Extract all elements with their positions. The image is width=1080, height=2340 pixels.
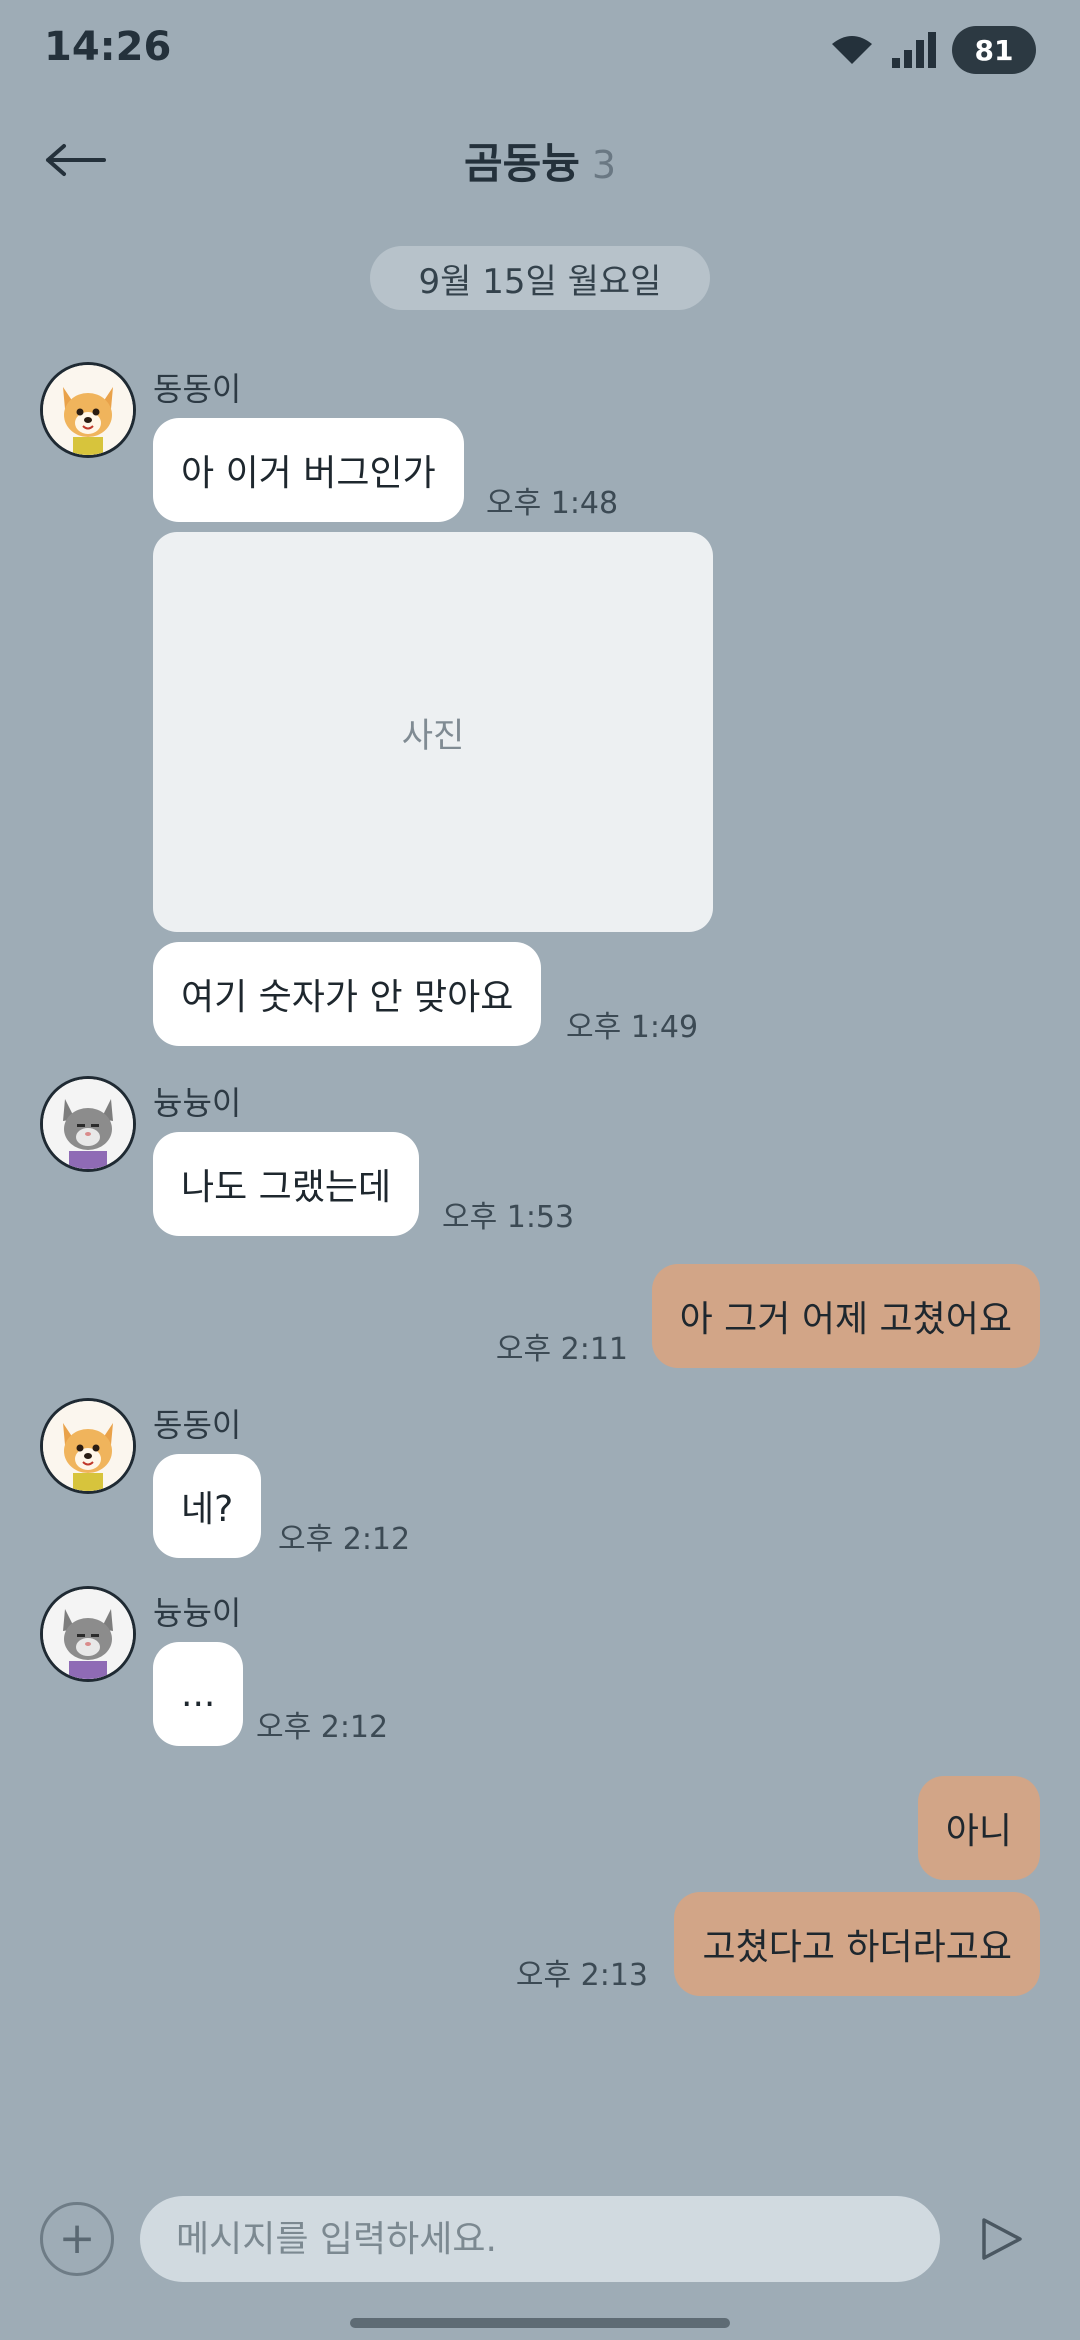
attach-plus-button[interactable]: + xyxy=(40,2202,114,2276)
message-time: 오후 1:53 xyxy=(442,1200,575,1235)
message-bubble[interactable]: ... xyxy=(153,1642,244,1746)
cat-avatar[interactable] xyxy=(40,1586,136,1682)
message-time: 오후 2:11 xyxy=(495,1332,628,1367)
my-message-bubble[interactable]: 아니 xyxy=(917,1776,1040,1880)
message-input[interactable] xyxy=(140,2196,940,2282)
message-bubble[interactable]: 네? xyxy=(153,1454,262,1558)
photo-message[interactable]: 사진 xyxy=(153,532,713,932)
sender-name: 동동이 xyxy=(153,370,242,408)
message-bubble[interactable]: 아 이거 버그인가 xyxy=(153,418,464,522)
date-divider: 9월 15일 월요일 xyxy=(370,246,710,310)
cat-icon xyxy=(43,1079,133,1169)
sender-name: 동동이 xyxy=(153,1406,242,1444)
dog-icon xyxy=(43,365,133,455)
cat-icon xyxy=(43,1589,133,1679)
message-time: 오후 2:12 xyxy=(278,1522,411,1557)
message-time: 오후 2:12 xyxy=(256,1710,389,1745)
sender-name: 늉늉이 xyxy=(153,1084,242,1122)
wifi-icon xyxy=(832,36,872,64)
member-count: 3 xyxy=(591,143,617,187)
chat-title: 곰동늉 xyxy=(463,139,580,188)
message-bubble[interactable]: 나도 그랬는데 xyxy=(153,1132,420,1236)
my-message-bubble[interactable]: 고쳤다고 하더라고요 xyxy=(674,1892,1040,1996)
plus-icon: + xyxy=(58,2213,96,2264)
signal-icon xyxy=(892,32,936,68)
message-time: 오후 1:49 xyxy=(566,1010,699,1045)
dog-avatar[interactable] xyxy=(40,362,136,458)
my-message-bubble[interactable]: 아 그거 어제 고쳤어요 xyxy=(651,1264,1040,1368)
dog-avatar[interactable] xyxy=(40,1398,136,1494)
status-time: 14:26 xyxy=(44,24,172,70)
message-time: 오후 2:13 xyxy=(515,1958,648,1993)
message-bubble[interactable]: 여기 숫자가 안 맞아요 xyxy=(153,942,542,1046)
sender-name: 늉늉이 xyxy=(153,1594,242,1632)
chat-header: 곰동늉 3 xyxy=(0,130,1080,191)
send-icon[interactable] xyxy=(978,2216,1024,2262)
home-indicator[interactable] xyxy=(350,2318,730,2328)
cat-avatar[interactable] xyxy=(40,1076,136,1172)
battery-indicator: 81 xyxy=(952,26,1036,74)
dog-icon xyxy=(43,1401,133,1491)
message-time: 오후 1:48 xyxy=(486,486,619,521)
